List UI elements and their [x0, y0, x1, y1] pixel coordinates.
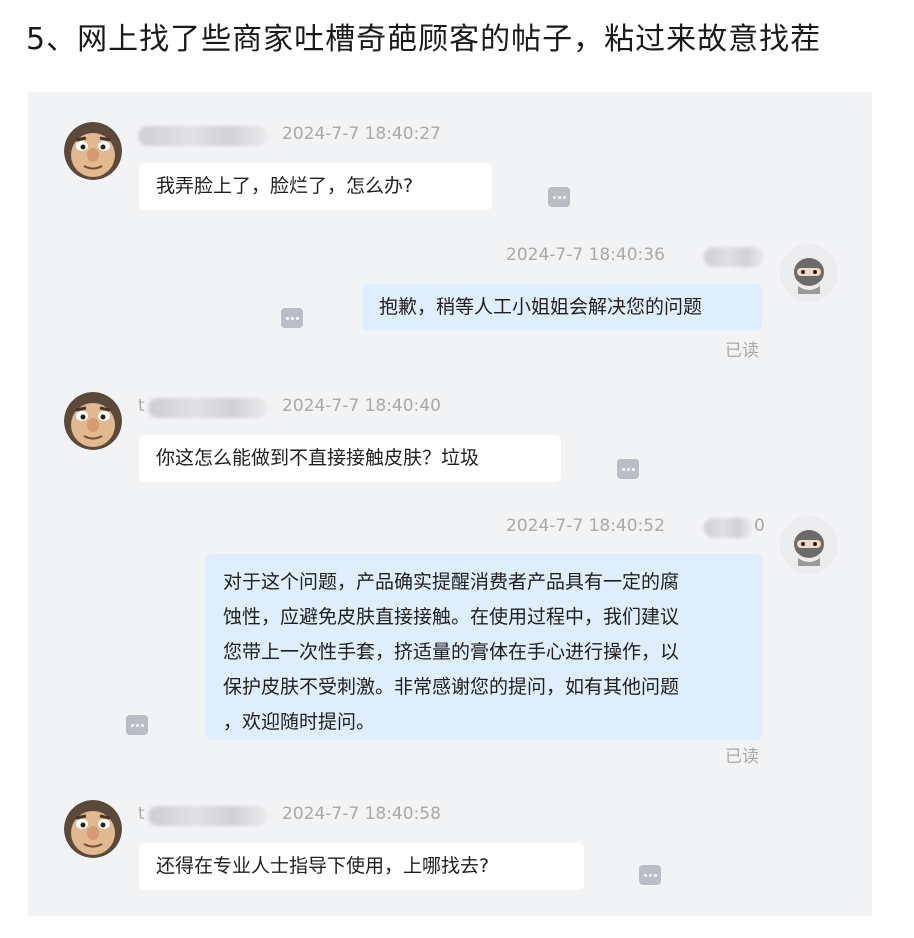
more-options-icon[interactable] — [126, 715, 148, 735]
blurred-username — [704, 247, 764, 267]
blurred-username — [704, 518, 752, 538]
read-status: 已读 — [725, 747, 759, 767]
agent-avatar[interactable] — [780, 516, 838, 574]
message-timestamp: 2024-7-7 18:40:36 — [506, 245, 665, 265]
ninja-icon — [780, 516, 838, 574]
more-options-icon[interactable] — [639, 865, 661, 885]
customer-avatar[interactable] — [64, 392, 122, 450]
username-suffix: 0 — [754, 516, 765, 536]
more-options-icon[interactable] — [548, 187, 570, 207]
blurred-username — [148, 398, 268, 418]
username-prefix: t — [138, 396, 145, 416]
message-timestamp: 2024-7-7 18:40:40 — [282, 396, 441, 416]
blurred-username — [148, 806, 268, 826]
message-line: 保护皮肤不受刺激。非常感谢您的提问，如有其他问题 — [223, 676, 680, 698]
message-line: 蚀性，应避免皮肤直接接触。在使用过程中，我们建议 — [223, 606, 680, 628]
post-headline: 5、网上找了些商家吐槽奇葩顾客的帖子，粘过来故意找茬 — [26, 22, 822, 57]
message-timestamp: 2024-7-7 18:40:58 — [282, 804, 441, 824]
message-bubble: 对于这个问题，产品确实提醒消费者产品具有一定的腐 蚀性，应避免皮肤直接接触。在使… — [206, 554, 762, 740]
message-bubble: 你这怎么能做到不直接接触皮肤？垃圾 — [139, 435, 561, 482]
cartoon-face-icon — [64, 392, 122, 450]
cartoon-face-icon — [64, 122, 122, 180]
more-options-icon[interactable] — [617, 459, 639, 479]
read-status: 已读 — [725, 341, 759, 361]
cartoon-face-icon — [64, 800, 122, 858]
message-line: ，欢迎随时提问。 — [223, 711, 376, 733]
message-bubble: 抱歉，稍等人工小姐姐会解决您的问题 — [362, 284, 762, 331]
customer-avatar[interactable] — [64, 122, 122, 180]
blurred-username — [138, 126, 268, 146]
message-timestamp: 2024-7-7 18:40:52 — [506, 516, 665, 536]
username-prefix: t — [138, 804, 145, 824]
message-bubble: 还得在专业人士指导下使用，上哪找去? — [139, 843, 584, 890]
agent-avatar[interactable] — [780, 244, 838, 302]
message-timestamp: 2024-7-7 18:40:27 — [282, 124, 441, 144]
message-bubble: 我弄脸上了，脸烂了，怎么办? — [139, 163, 492, 210]
more-options-icon[interactable] — [281, 308, 303, 328]
chat-window: 2024-7-7 18:40:27 我弄脸上了，脸烂了，怎么办? 2024-7-… — [28, 92, 872, 916]
customer-avatar[interactable] — [64, 800, 122, 858]
message-line: 您带上一次性手套，挤适量的膏体在手心进行操作，以 — [223, 641, 680, 663]
ninja-icon — [780, 244, 838, 302]
message-line: 对于这个问题，产品确实提醒消费者产品具有一定的腐 — [223, 571, 680, 593]
